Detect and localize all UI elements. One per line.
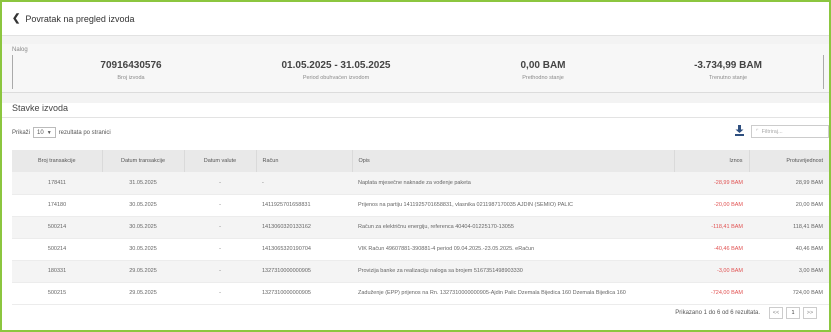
- cell-equivalent: 40,46 BAM: [749, 238, 829, 261]
- page-size-value: 10: [37, 129, 44, 136]
- filter-input[interactable]: ⌜ Filtriraj...: [751, 125, 829, 138]
- cell-account: 1411925701658831: [256, 194, 352, 217]
- filter-icon: ⌜: [756, 128, 759, 135]
- previous-balance-value: 0,00 BAM: [520, 60, 566, 71]
- cell-equivalent: 20,00 BAM: [749, 194, 829, 217]
- stat-current-balance: -3.734,99 BAM Trenutno stanje: [668, 60, 788, 81]
- divider: [2, 117, 829, 118]
- current-balance-label: Trenutno stanje: [708, 75, 747, 81]
- period-label: Period obuhvaćen izvodom: [302, 75, 370, 81]
- cell-value-date: -: [184, 260, 256, 283]
- table-row[interactable]: 180331 29.05.2025 - 1327310000000905 Pro…: [12, 260, 829, 283]
- cell-equivalent: 118,41 BAM: [749, 216, 829, 239]
- table-header-row: Broj transakcije Datum transakcije Datum…: [12, 150, 829, 172]
- summary-title: Nalog: [12, 47, 28, 53]
- cell-description: Naplata mjesečne naknade za vođenje pake…: [352, 172, 674, 195]
- cell-account: 1327310000000905: [256, 260, 352, 283]
- cell-amount: -118,41 BAM: [674, 216, 749, 239]
- stat-previous-balance: 0,00 BAM Prethodno stanje: [483, 60, 603, 81]
- cell-value-date: -: [184, 194, 256, 217]
- cell-id: 180331: [12, 260, 102, 283]
- table-row[interactable]: 500215 29.05.2025 - 1327310000000905 Zad…: [12, 282, 829, 305]
- page-size-control: Prikaži 10 ▼ rezultata po stranici: [12, 127, 111, 138]
- cell-account: 1413065320190704: [256, 238, 352, 261]
- stat-period: 01.05.2025 - 31.05.2025 Period obuhvaćen…: [261, 60, 411, 81]
- period-value: 01.05.2025 - 31.05.2025: [281, 60, 391, 71]
- table-row[interactable]: 500214 30.05.2025 - 1413065320190704 VIK…: [12, 238, 829, 261]
- col-transaction-date[interactable]: Datum transakcije: [102, 150, 185, 172]
- cell-account: 1327310000000905: [256, 282, 352, 305]
- filter-placeholder: Filtriraj...: [761, 128, 783, 135]
- cell-equivalent: 3,00 BAM: [749, 260, 829, 283]
- col-description[interactable]: Opis: [352, 150, 675, 172]
- stat-statement-number: 70916430576 Broj izvoda: [71, 60, 191, 81]
- show-prefix: Prikaži: [12, 129, 31, 136]
- cell-account: 1413060320133162: [256, 216, 352, 239]
- prev-page-button[interactable]: <<: [769, 307, 783, 319]
- chevron-left-icon: ❮: [12, 13, 21, 24]
- chevron-down-icon: ▼: [46, 129, 52, 136]
- col-account[interactable]: Račun: [256, 150, 353, 172]
- current-balance-value: -3.734,99 BAM: [694, 60, 762, 71]
- cell-date: 29.05.2025: [102, 260, 184, 283]
- cell-value-date: -: [184, 172, 256, 195]
- table-row[interactable]: 174180 30.05.2025 - 1411925701658831 Pri…: [12, 194, 829, 217]
- cell-amount: -724,00 BAM: [674, 282, 749, 305]
- next-page-button[interactable]: >>: [803, 307, 817, 319]
- cell-equivalent: 28,99 BAM: [749, 172, 829, 195]
- summary-box: 70916430576 Broj izvoda 01.05.2025 - 31.…: [12, 55, 824, 89]
- top-bar: ❮ Povratak na pregled izvoda: [2, 2, 829, 36]
- cell-amount: -3,00 BAM: [674, 260, 749, 283]
- cell-value-date: -: [184, 238, 256, 261]
- table-row[interactable]: 178411 31.05.2025 - - Naplata mjesečne n…: [12, 172, 829, 195]
- cell-equivalent: 724,00 BAM: [749, 282, 829, 305]
- cell-value-date: -: [184, 282, 256, 305]
- cell-value-date: -: [184, 216, 256, 239]
- cell-description: Provizija banke za realizaciju naloga sa…: [352, 260, 674, 283]
- cell-amount: -20,00 BAM: [674, 194, 749, 217]
- transactions-table: Broj transakcije Datum transakcije Datum…: [12, 150, 829, 305]
- cell-description: VIK Račun 49607881-390881-4 period 09.04…: [352, 238, 674, 261]
- cell-id: 174180: [12, 194, 102, 217]
- col-value-date[interactable]: Datum valute: [184, 150, 257, 172]
- page-size-select[interactable]: 10 ▼: [33, 127, 56, 138]
- cell-description: Račun za električnu energiju, referenca …: [352, 216, 674, 239]
- back-link[interactable]: ❮ Povratak na pregled izvoda: [12, 13, 134, 24]
- cell-date: 29.05.2025: [102, 282, 184, 305]
- col-amount[interactable]: Iznos: [674, 150, 750, 172]
- cell-account: -: [256, 172, 352, 195]
- cell-date: 31.05.2025: [102, 172, 184, 195]
- cell-id: 178411: [12, 172, 102, 195]
- table-row[interactable]: 500214 30.05.2025 - 1413060320133162 Rač…: [12, 216, 829, 239]
- cell-id: 500214: [12, 216, 102, 239]
- cell-date: 30.05.2025: [102, 238, 184, 261]
- col-equivalent[interactable]: Protuvrijednost: [749, 150, 829, 172]
- results-summary: Prikazano 1 do 6 od 6 rezultata.: [675, 310, 760, 316]
- spacer: [2, 93, 829, 103]
- cell-description: Zaduženje (EPP) prijenos na Rn. 13273100…: [352, 282, 674, 305]
- previous-balance-label: Prethodno stanje: [522, 75, 564, 81]
- cell-id: 500215: [12, 282, 102, 305]
- cell-date: 30.05.2025: [102, 216, 184, 239]
- col-transaction-number[interactable]: Broj transakcije: [12, 150, 103, 172]
- page-1-button[interactable]: 1: [786, 307, 800, 319]
- cell-description: Prijenos na partiju 1411925701658831, vl…: [352, 194, 674, 217]
- back-link-label: Povratak na pregled izvoda: [25, 13, 135, 24]
- statement-number-value: 70916430576: [100, 60, 162, 71]
- cell-id: 500214: [12, 238, 102, 261]
- section-title: Stavke izvoda: [12, 103, 69, 113]
- show-suffix: rezultata po stranici: [58, 129, 111, 136]
- spacer: [2, 36, 829, 44]
- statement-summary: Nalog 70916430576 Broj izvoda 01.05.2025…: [2, 44, 829, 93]
- cell-date: 30.05.2025: [102, 194, 184, 217]
- download-icon[interactable]: [735, 125, 744, 136]
- cell-amount: -40,46 BAM: [674, 238, 749, 261]
- cell-amount: -28,99 BAM: [674, 172, 749, 195]
- table-footer: Prikazano 1 do 6 od 6 rezultata. << 1 >>: [675, 307, 817, 319]
- statement-number-label: Broj izvoda: [117, 75, 145, 81]
